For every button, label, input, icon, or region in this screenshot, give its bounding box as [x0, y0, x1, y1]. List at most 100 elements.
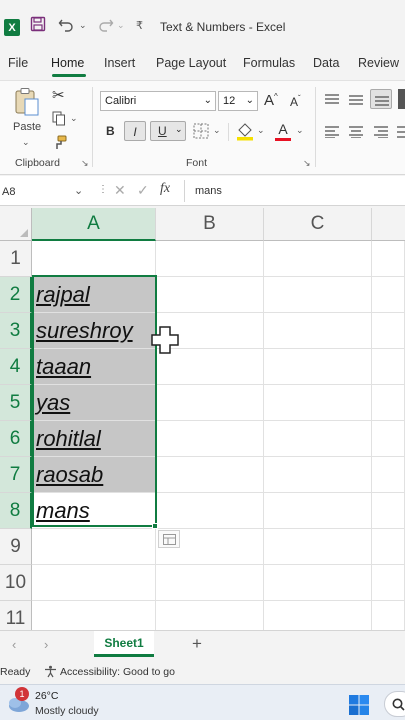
cell-a6[interactable]: rohitlal [32, 421, 156, 457]
borders-dropdown-icon[interactable]: ⌄ [213, 125, 221, 136]
cell-b5[interactable] [156, 385, 264, 421]
font-launcher-icon[interactable]: ↘ [303, 158, 311, 169]
cell-b8[interactable] [156, 493, 264, 529]
cell-d8[interactable] [372, 493, 405, 529]
cell-a4[interactable]: taaan [32, 349, 156, 385]
cell-a8[interactable]: mans [32, 493, 156, 529]
redo-icon[interactable] [96, 16, 114, 36]
cell-b6[interactable] [156, 421, 264, 457]
accessibility-status[interactable]: Accessibility: Good to go [60, 666, 175, 678]
column-header-d[interactable] [372, 208, 405, 241]
fill-handle[interactable] [152, 523, 158, 529]
cut-icon[interactable]: ✂ [52, 86, 65, 104]
undo-icon[interactable] [58, 16, 76, 36]
enter-check-icon[interactable]: ✓ [137, 182, 149, 199]
cell-d1[interactable] [372, 241, 405, 277]
cell-a2[interactable]: rajpal [32, 277, 156, 313]
align-left-icon[interactable] [324, 125, 340, 143]
cell-a1[interactable] [32, 241, 156, 277]
indent-icon[interactable] [396, 125, 405, 143]
cell-d3[interactable] [372, 313, 405, 349]
cell-c7[interactable] [264, 457, 372, 493]
row-header-9[interactable]: 9 [0, 529, 32, 565]
chevron-right-icon[interactable]: › [44, 637, 48, 652]
cell-d10[interactable] [372, 565, 405, 601]
cell-a3[interactable]: sureshroy [32, 313, 156, 349]
cell-a10[interactable] [32, 565, 156, 601]
row-header-1[interactable]: 1 [0, 241, 32, 277]
font-color-icon[interactable]: A [275, 121, 291, 141]
cell-c2[interactable] [264, 277, 372, 313]
insert-function-button[interactable]: fx [160, 181, 170, 197]
tab-insert[interactable]: Insert [104, 56, 135, 78]
undo-dropdown-icon[interactable]: ⌄ [79, 20, 87, 31]
row-header-6[interactable]: 6 [0, 421, 32, 457]
name-box-dropdown-icon[interactable]: ⌄ [74, 184, 83, 197]
windows-start-icon[interactable] [348, 694, 370, 720]
bold-button[interactable]: B [106, 124, 115, 138]
column-header-a[interactable]: A [32, 208, 156, 241]
cell-b7[interactable] [156, 457, 264, 493]
chevron-left-icon[interactable]: ‹ [12, 637, 16, 652]
font-name-dropdown[interactable]: Calibri ⌄ [100, 91, 216, 111]
quick-analysis-button[interactable] [158, 530, 180, 548]
cell-d4[interactable] [372, 349, 405, 385]
column-header-c[interactable]: C [264, 208, 372, 241]
copy-icon[interactable] [52, 111, 66, 131]
increase-font-button[interactable]: A^ [264, 92, 278, 109]
paste-dropdown-icon[interactable]: ⌄ [22, 137, 30, 148]
underline-button[interactable]: U ⌄ [150, 121, 186, 141]
fill-color-dropdown-icon[interactable]: ⌄ [257, 125, 265, 136]
sheet-tab-sheet1[interactable]: Sheet1 [94, 631, 154, 657]
row-header-7[interactable]: 7 [0, 457, 32, 493]
cell-d9[interactable] [372, 529, 405, 565]
cell-c10[interactable] [264, 565, 372, 601]
cell-d7[interactable] [372, 457, 405, 493]
cell-a7[interactable]: raosab [32, 457, 156, 493]
add-sheet-button[interactable]: + [192, 634, 202, 654]
row-header-10[interactable]: 10 [0, 565, 32, 601]
cell-b1[interactable] [156, 241, 264, 277]
tab-data[interactable]: Data [313, 56, 339, 78]
cell-b2[interactable] [156, 277, 264, 313]
decrease-font-button[interactable]: Aˇ [290, 94, 301, 109]
cell-c8[interactable] [264, 493, 372, 529]
tab-file[interactable]: File [8, 56, 28, 78]
wrap-text-icon[interactable] [398, 89, 405, 109]
cell-d6[interactable] [372, 421, 405, 457]
cancel-icon[interactable]: ✕ [114, 182, 126, 199]
more-options-icon[interactable]: ⋮ [98, 184, 108, 195]
cell-c3[interactable] [264, 313, 372, 349]
font-size-dropdown[interactable]: 12 ⌄ [218, 91, 258, 111]
customize-toolbar-icon[interactable]: ₹ [136, 19, 143, 32]
italic-button[interactable]: I [124, 121, 146, 141]
row-header-4[interactable]: 4 [0, 349, 32, 385]
align-center-icon[interactable] [348, 125, 364, 143]
copy-dropdown-icon[interactable]: ⌄ [70, 113, 78, 124]
row-header-3[interactable]: 3 [0, 313, 32, 349]
cell-c5[interactable] [264, 385, 372, 421]
formula-input[interactable]: mans [184, 180, 405, 202]
cell-a9[interactable] [32, 529, 156, 565]
select-all-corner[interactable] [0, 208, 32, 241]
align-bottom-button[interactable] [370, 89, 392, 109]
row-header-5[interactable]: 5 [0, 385, 32, 421]
row-header-2[interactable]: 2 [0, 277, 32, 313]
format-painter-icon[interactable] [52, 135, 68, 156]
align-right-icon[interactable] [373, 125, 389, 143]
borders-icon[interactable] [193, 123, 209, 144]
align-top-icon[interactable] [324, 93, 340, 111]
tab-review[interactable]: Review [358, 56, 399, 78]
cell-a5[interactable]: yas [32, 385, 156, 421]
align-middle-icon[interactable] [348, 93, 364, 111]
font-color-dropdown-icon[interactable]: ⌄ [296, 125, 304, 136]
row-header-8[interactable]: 8 [0, 493, 32, 529]
clipboard-launcher-icon[interactable]: ↘ [81, 158, 89, 169]
cell-c4[interactable] [264, 349, 372, 385]
tab-page-layout[interactable]: Page Layout [156, 56, 226, 78]
save-icon[interactable] [30, 16, 46, 36]
paste-button[interactable]: Paste [13, 121, 41, 133]
column-header-b[interactable]: B [156, 208, 264, 241]
paste-icon[interactable] [14, 87, 40, 122]
cell-c6[interactable] [264, 421, 372, 457]
